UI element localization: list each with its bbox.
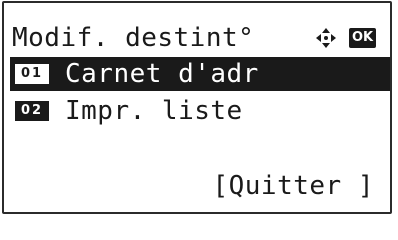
- menu-item-label: Impr. liste: [65, 96, 243, 126]
- quit-softkey[interactable]: [Quitter ]: [4, 169, 390, 203]
- ok-key-icon: OK: [349, 28, 376, 48]
- item-number-badge: 01: [15, 64, 49, 84]
- menu-item-carnet-adr[interactable]: 01 Carnet d'adr: [10, 57, 390, 91]
- menu-item-label: Carnet d'adr: [65, 59, 259, 89]
- four-way-arrow-icon: [316, 28, 336, 48]
- quit-softkey-label: [Quitter ]: [212, 171, 374, 201]
- screen-title: Modif. destint°: [12, 23, 255, 53]
- item-number-badge: 02: [15, 101, 49, 121]
- lcd-screen: Modif. destint° OK 01 Carnet d'adr 02 Im…: [2, 1, 392, 214]
- menu-item-impr-liste[interactable]: 02 Impr. liste: [10, 94, 390, 128]
